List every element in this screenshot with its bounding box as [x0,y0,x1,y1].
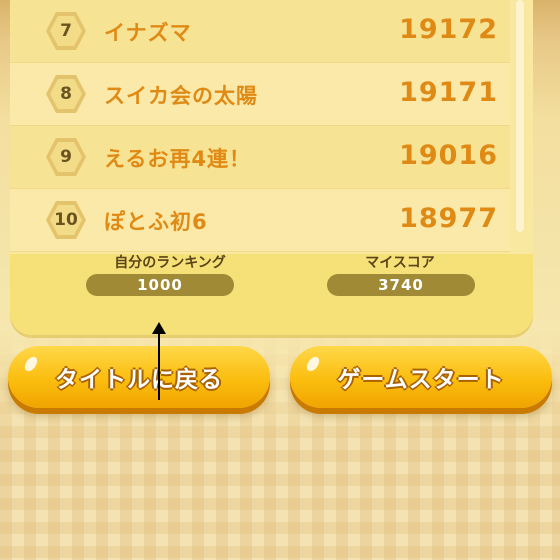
player-name: えるお再4連！ [104,147,251,171]
ranking-list[interactable]: 7 イナズマ 19172 8 スイカ会の太陽 19171 9 えるお再4連！ 1… [10,0,510,252]
rank-number: 9 [50,142,82,172]
game-screen: 7 イナズマ 19172 8 スイカ会の太陽 19171 9 えるお再4連！ 1… [0,0,560,560]
my-score-label: マイスコア [365,255,435,271]
up-arrow-head-icon [152,322,166,334]
back-to-title-label: タイトルに戻る [55,367,223,393]
player-stats-area: 自分のランキング 1000 マイスコア 3740 [10,254,533,335]
rank-number: 7 [50,16,82,46]
ranking-scrollbar[interactable] [516,0,524,232]
game-start-label: ゲームスタート [337,367,505,393]
hexagon-rank-badge-icon: 10 [46,201,86,239]
player-score: 19172 [399,14,498,45]
my-rank-label: 自分のランキング [114,255,226,271]
ranking-row: 8 スイカ会の太陽 19171 [10,63,510,126]
rank-number: 8 [50,79,82,109]
ranking-row: 7 イナズマ 19172 [10,0,510,63]
game-start-button[interactable]: ゲームスタート [290,346,552,408]
player-score: 19171 [399,77,498,108]
ranking-row: 9 えるお再4連！ 19016 [10,126,510,189]
button-shine [22,354,40,374]
back-to-title-button[interactable]: タイトルに戻る [8,346,270,408]
player-score: 18977 [399,203,498,234]
player-name: スイカ会の太陽 [104,84,258,108]
ranking-row: 10 ぽとふ初6 18977 [10,189,510,252]
button-shine [304,354,322,374]
rank-number: 10 [50,205,82,235]
hexagon-rank-badge-icon: 9 [46,138,86,176]
hexagon-rank-badge-icon: 7 [46,12,86,50]
player-name: ぽとふ初6 [104,210,208,234]
player-score: 19016 [399,140,498,171]
scrollbar-thumb[interactable] [516,0,524,232]
ranking-panel: 7 イナズマ 19172 8 スイカ会の太陽 19171 9 えるお再4連！ 1… [10,0,533,335]
hexagon-rank-badge-icon: 8 [46,75,86,113]
player-name: イナズマ [104,21,192,45]
my-rank-value: 1000 [86,274,234,296]
my-score-value: 3740 [327,274,475,296]
up-arrow-annotation-icon [158,330,160,400]
